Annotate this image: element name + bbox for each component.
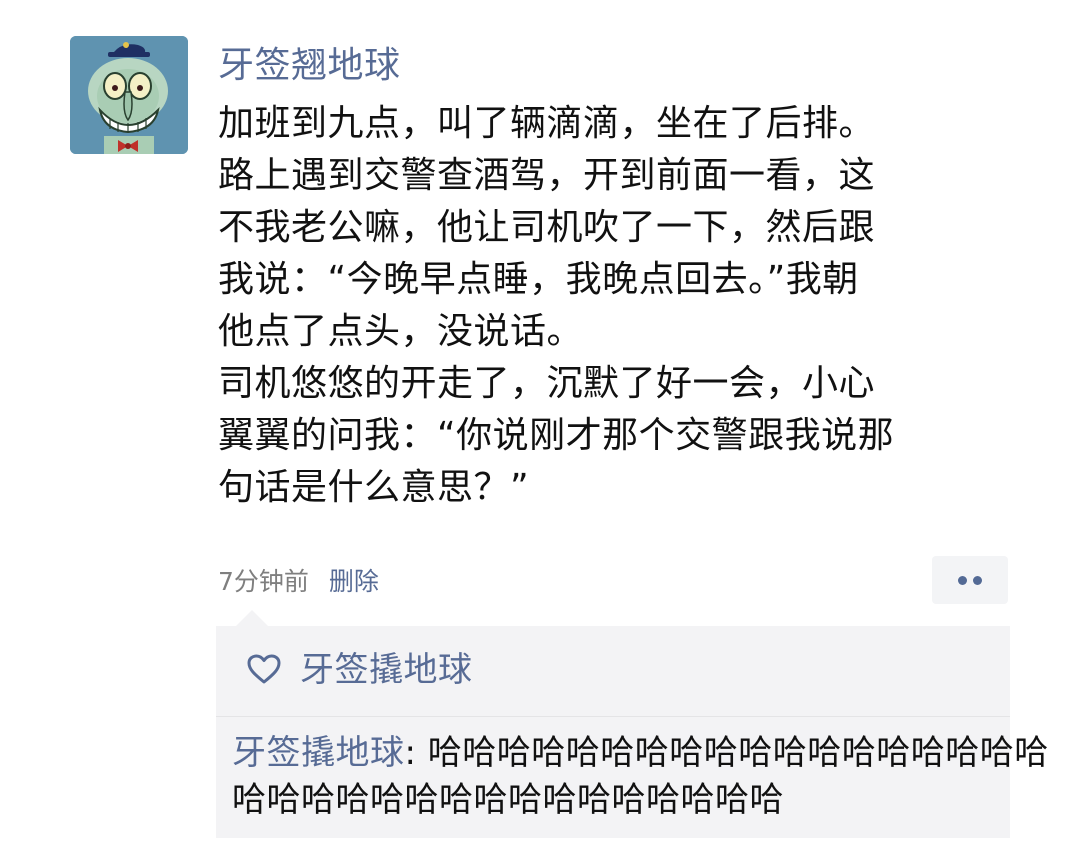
- post-text-line: 我说：“今晚早点睡，我晚点回去。”我朝: [218, 259, 859, 300]
- liker-name[interactable]: 牙签撬地球: [300, 645, 473, 695]
- more-dots-icon: [958, 576, 967, 585]
- more-actions-button[interactable]: [932, 556, 1008, 604]
- likes-comments-panel: 牙签撬地球 牙签撬地球: 哈哈哈哈哈哈哈哈哈哈哈哈哈哈哈哈哈哈 哈哈哈哈哈哈哈哈…: [216, 626, 1048, 838]
- more-dots-icon: [973, 576, 982, 585]
- post-text-line: 路上遇到交警查酒驾，开到前面一看，这: [218, 155, 876, 196]
- comment-item[interactable]: 牙签撬地球: 哈哈哈哈哈哈哈哈哈哈哈哈哈哈哈哈哈哈 哈哈哈哈哈哈哈哈哈哈哈哈哈哈…: [232, 730, 1048, 824]
- post-text-line: 加班到九点，叫了辆滴滴，坐在了后排。: [218, 103, 876, 144]
- likes-row: 牙签撬地球: [216, 626, 1010, 716]
- divider: [216, 716, 1010, 717]
- comment-text: 哈哈哈哈哈哈哈哈哈哈哈哈哈哈哈哈哈哈: [427, 733, 1049, 773]
- comment-author[interactable]: 牙签撬地球: [232, 733, 405, 773]
- post-text-line: 司机悠悠的开走了，沉默了好一会，小心: [218, 363, 876, 404]
- avatar-squidward-icon: [70, 36, 188, 154]
- post-timestamp: 7分钟前: [218, 567, 309, 596]
- post-text-line: 句话是什么意思？”: [218, 467, 530, 508]
- post-text-line: 翼翼的问我：“你说刚才那个交警跟我说那: [218, 415, 895, 456]
- avatar[interactable]: [70, 36, 188, 154]
- comment-separator: :: [404, 733, 417, 773]
- post-text-line: 他点了点头，没说话。: [218, 311, 584, 352]
- moment-post: 牙签翘地球 加班到九点，叫了辆滴滴，坐在了后排。 路上遇到交警查酒驾，开到前面一…: [0, 0, 1080, 856]
- panel-caret: [236, 610, 268, 626]
- delete-button[interactable]: 删除: [329, 567, 379, 596]
- post-text-line: 不我老公嘛，他让司机吹了一下，然后跟: [218, 207, 876, 248]
- author-nickname[interactable]: 牙签翘地球: [218, 40, 401, 92]
- post-meta: 7分钟前 删除: [218, 562, 379, 602]
- comment-text: 哈哈哈哈哈哈哈哈哈哈哈哈哈哈哈哈: [232, 780, 784, 820]
- heart-outline-icon: [247, 654, 281, 684]
- post-text: 加班到九点，叫了辆滴滴，坐在了后排。 路上遇到交警查酒驾，开到前面一看，这 不我…: [218, 98, 1018, 514]
- comment-line: 牙签撬地球: 哈哈哈哈哈哈哈哈哈哈哈哈哈哈哈哈哈哈: [232, 730, 1048, 777]
